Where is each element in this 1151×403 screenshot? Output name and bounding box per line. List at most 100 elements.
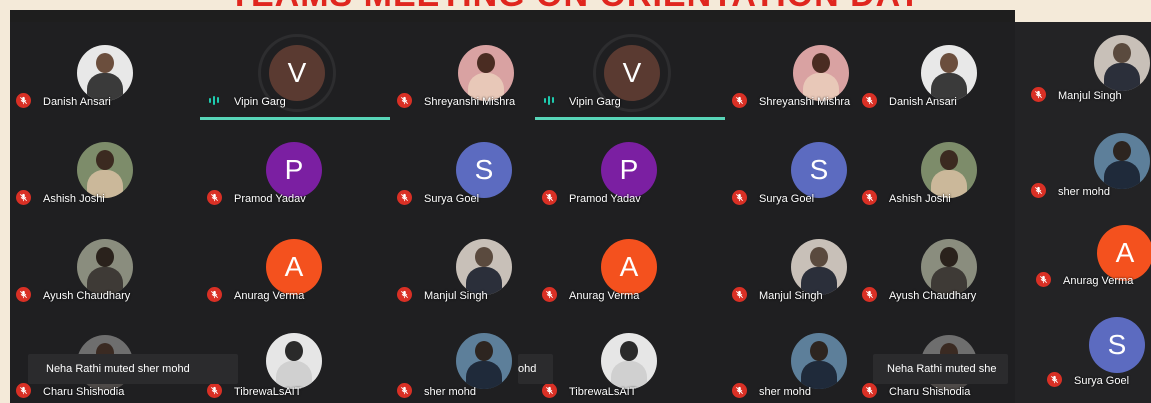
participant-name: TibrewaLsAIT xyxy=(569,386,637,398)
mic-off-icon xyxy=(397,93,412,108)
avatar xyxy=(921,45,977,101)
avatar xyxy=(77,142,133,198)
avatar-head xyxy=(810,341,828,361)
participant-name: sher mohd xyxy=(759,386,811,398)
participant-name: TibrewaLsAIT xyxy=(234,386,302,398)
avatar-head xyxy=(812,53,830,73)
participant-name: Vipin Garg xyxy=(569,96,621,108)
mic-off-icon xyxy=(1031,87,1046,102)
avatar-head xyxy=(96,247,114,267)
avatar-head xyxy=(1113,43,1131,63)
participant-name: Danish Ansari xyxy=(43,96,111,108)
avatar xyxy=(791,333,847,389)
avatar-head xyxy=(285,341,303,361)
participant-name: Pramod Yadav xyxy=(569,193,641,205)
avatar xyxy=(266,333,322,389)
mic-off-icon xyxy=(16,287,31,302)
participant-name: Surya Goel xyxy=(424,193,480,205)
mic-off-icon xyxy=(542,383,557,398)
mic-off-icon xyxy=(207,383,222,398)
avatar-body xyxy=(466,361,502,389)
avatar-head xyxy=(940,247,958,267)
avatar-head xyxy=(940,150,958,170)
mic-off-icon xyxy=(397,190,412,205)
active-speaker-indicator xyxy=(200,117,390,120)
avatar: V xyxy=(269,45,325,101)
avatar xyxy=(921,142,977,198)
mic-off-icon xyxy=(207,190,222,205)
participant-name: Shreyanshi Mishra xyxy=(759,96,851,108)
avatar-head xyxy=(96,150,114,170)
participant-name: Shreyanshi Mishra xyxy=(424,96,516,108)
mute-notification-toast: Neha Rathi muted she xyxy=(873,354,1008,384)
participant-name: Manjul Singh xyxy=(424,290,488,302)
avatar-head xyxy=(1113,141,1131,161)
avatar-head xyxy=(475,341,493,361)
participant-name: Ashish Joshi xyxy=(43,193,105,205)
avatar-head xyxy=(96,53,114,73)
avatar xyxy=(1094,35,1150,91)
avatar xyxy=(1094,133,1150,189)
meeting-top-bar xyxy=(10,10,1015,22)
avatar xyxy=(77,239,133,295)
avatar xyxy=(458,45,514,101)
avatar xyxy=(791,239,847,295)
participant-name: Anurag Verma xyxy=(1063,275,1134,287)
mic-off-icon xyxy=(397,383,412,398)
participant-name: Ayush Chaudhary xyxy=(889,290,977,302)
participant-name: Danish Ansari xyxy=(889,96,957,108)
participant-name: Ashish Joshi xyxy=(889,193,951,205)
avatar-head xyxy=(477,53,495,73)
avatar: P xyxy=(601,142,657,198)
participant-name: sher mohd xyxy=(1058,186,1110,198)
participant-name: Pramod Yadav xyxy=(234,193,306,205)
participant-name: Charu Shishodia xyxy=(889,386,971,398)
mute-notification-toast: Neha Rathi muted sher mohd xyxy=(28,354,238,384)
mic-off-icon xyxy=(862,383,877,398)
audio-level-icon xyxy=(544,95,556,105)
participant-name: Vipin Garg xyxy=(234,96,286,108)
avatar-body xyxy=(1104,161,1140,189)
mic-off-icon xyxy=(862,93,877,108)
avatar-head xyxy=(475,247,493,267)
mic-off-icon xyxy=(542,287,557,302)
mic-off-icon xyxy=(1036,272,1051,287)
mic-off-icon xyxy=(732,93,747,108)
avatar: A xyxy=(266,239,322,295)
avatar xyxy=(921,239,977,295)
avatar: A xyxy=(1097,225,1151,281)
avatar-head xyxy=(810,247,828,267)
banner-gap xyxy=(1015,10,1151,22)
mic-off-icon xyxy=(397,287,412,302)
avatar xyxy=(77,45,133,101)
avatar-body xyxy=(611,361,647,389)
participant-name: Anurag Verma xyxy=(569,290,640,302)
mute-notification-toast: ohd xyxy=(518,354,553,384)
avatar-body xyxy=(1104,63,1140,91)
avatar-body xyxy=(276,361,312,389)
mic-off-icon xyxy=(862,190,877,205)
mic-off-icon xyxy=(1031,183,1046,198)
participant-name: Manjul Singh xyxy=(759,290,823,302)
avatar-body xyxy=(801,361,837,389)
participant-name: Charu Shishodia xyxy=(43,386,125,398)
mic-off-icon xyxy=(16,383,31,398)
avatar: S xyxy=(1089,317,1145,373)
avatar: S xyxy=(791,142,847,198)
mic-off-icon xyxy=(16,190,31,205)
participant-name: Manjul Singh xyxy=(1058,90,1122,102)
avatar xyxy=(456,333,512,389)
participant-name: Anurag Verma xyxy=(234,290,305,302)
avatar: V xyxy=(604,45,660,101)
avatar xyxy=(456,239,512,295)
avatar-head xyxy=(620,341,638,361)
mic-off-icon xyxy=(732,383,747,398)
avatar: A xyxy=(601,239,657,295)
mic-off-icon xyxy=(16,93,31,108)
mic-off-icon xyxy=(1047,372,1062,387)
participant-name: Surya Goel xyxy=(759,193,815,205)
avatar xyxy=(601,333,657,389)
mic-off-icon xyxy=(732,287,747,302)
participant-name: Surya Goel xyxy=(1074,375,1130,387)
audio-level-icon xyxy=(209,95,221,105)
